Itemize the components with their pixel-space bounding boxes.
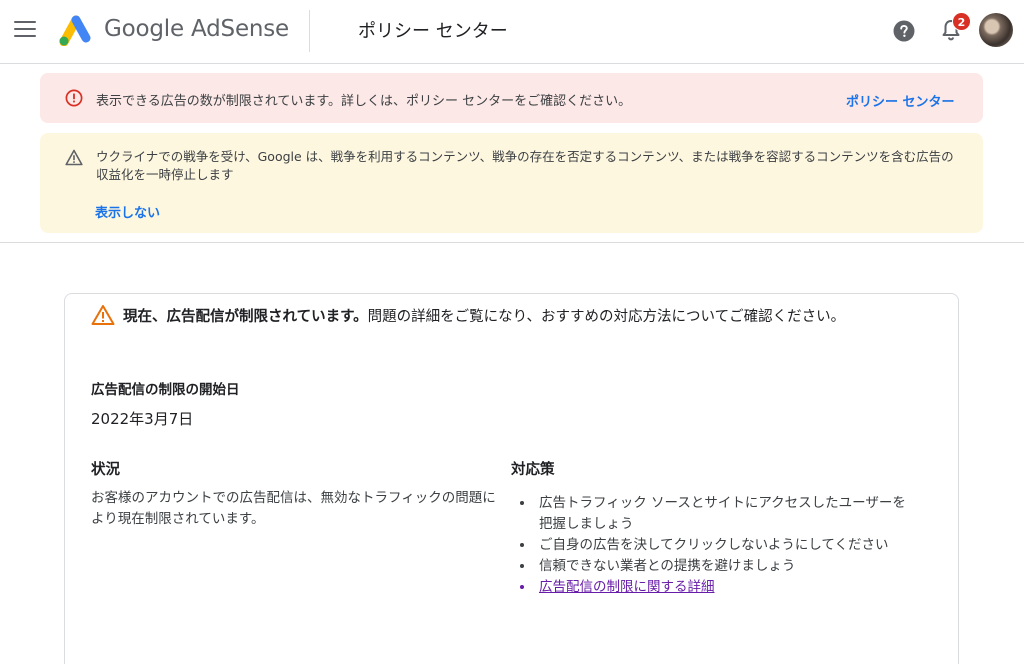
start-date-label: 広告配信の制限の開始日 xyxy=(91,382,240,398)
list-item: 広告配信の制限に関する詳細 xyxy=(535,577,915,598)
dismiss-link[interactable]: 表示しない xyxy=(95,202,160,221)
help-icon[interactable] xyxy=(893,20,915,42)
headline-rest: 問題の詳細をご覧になり、おすすめの対応方法についてご確認ください。 xyxy=(367,309,846,325)
list-item: 信頼できない業者との提携を避けましょう xyxy=(535,556,915,577)
notification-badge[interactable]: 2 xyxy=(952,12,971,31)
header-divider xyxy=(309,10,310,52)
limit-error-banner: 表示できる広告の数が制限されています。詳しくは、ポリシー センターをご確認くださ… xyxy=(40,73,983,123)
notice-message: ウクライナでの戦争を受け、Google は、戦争を利用するコンテンツ、戦争の存在… xyxy=(96,149,954,182)
action-list: 広告トラフィック ソースとサイトにアクセスしたユーザーを把握しましょう ご自身の… xyxy=(535,493,915,598)
policy-center-link[interactable]: ポリシー センター xyxy=(846,91,955,110)
section-divider xyxy=(0,242,1024,243)
top-app-bar: Google AdSense ポリシー センター 2 xyxy=(0,0,1024,64)
warning-icon xyxy=(65,149,83,166)
restriction-details-link[interactable]: 広告配信の制限に関する詳細 xyxy=(539,579,715,595)
list-item: ご自身の広告を決してクリックしないようにしてください xyxy=(535,535,915,556)
adsense-logo[interactable] xyxy=(58,14,94,46)
avatar[interactable] xyxy=(979,13,1013,47)
error-message: 表示できる広告の数が制限されています。詳しくは、ポリシー センターをご確認くださ… xyxy=(96,94,632,109)
card-headline: 現在、広告配信が制限されています。問題の詳細をご覧になり、おすすめの対応方法につ… xyxy=(91,305,881,329)
page-title: ポリシー センター xyxy=(358,21,508,42)
action-heading: 対応策 xyxy=(511,462,555,478)
ad-serving-limit-card: 現在、広告配信が制限されています。問題の詳細をご覧になり、おすすめの対応方法につ… xyxy=(64,293,959,664)
headline-bold: 現在、広告配信が制限されています。 xyxy=(123,309,368,325)
menu-icon[interactable] xyxy=(14,21,36,39)
status-heading: 状況 xyxy=(91,462,120,478)
start-date-value: 2022年3月7日 xyxy=(91,410,194,428)
brand-name: Google AdSense xyxy=(104,16,290,42)
ukraine-notice-banner: ウクライナでの戦争を受け、Google は、戦争を利用するコンテンツ、戦争の存在… xyxy=(40,133,983,233)
error-icon xyxy=(65,89,83,107)
list-item: 広告トラフィック ソースとサイトにアクセスしたユーザーを把握しましょう xyxy=(535,493,915,535)
status-text: お客様のアカウントでの広告配信は、無効なトラフィックの問題により現在制限されてい… xyxy=(91,490,496,527)
